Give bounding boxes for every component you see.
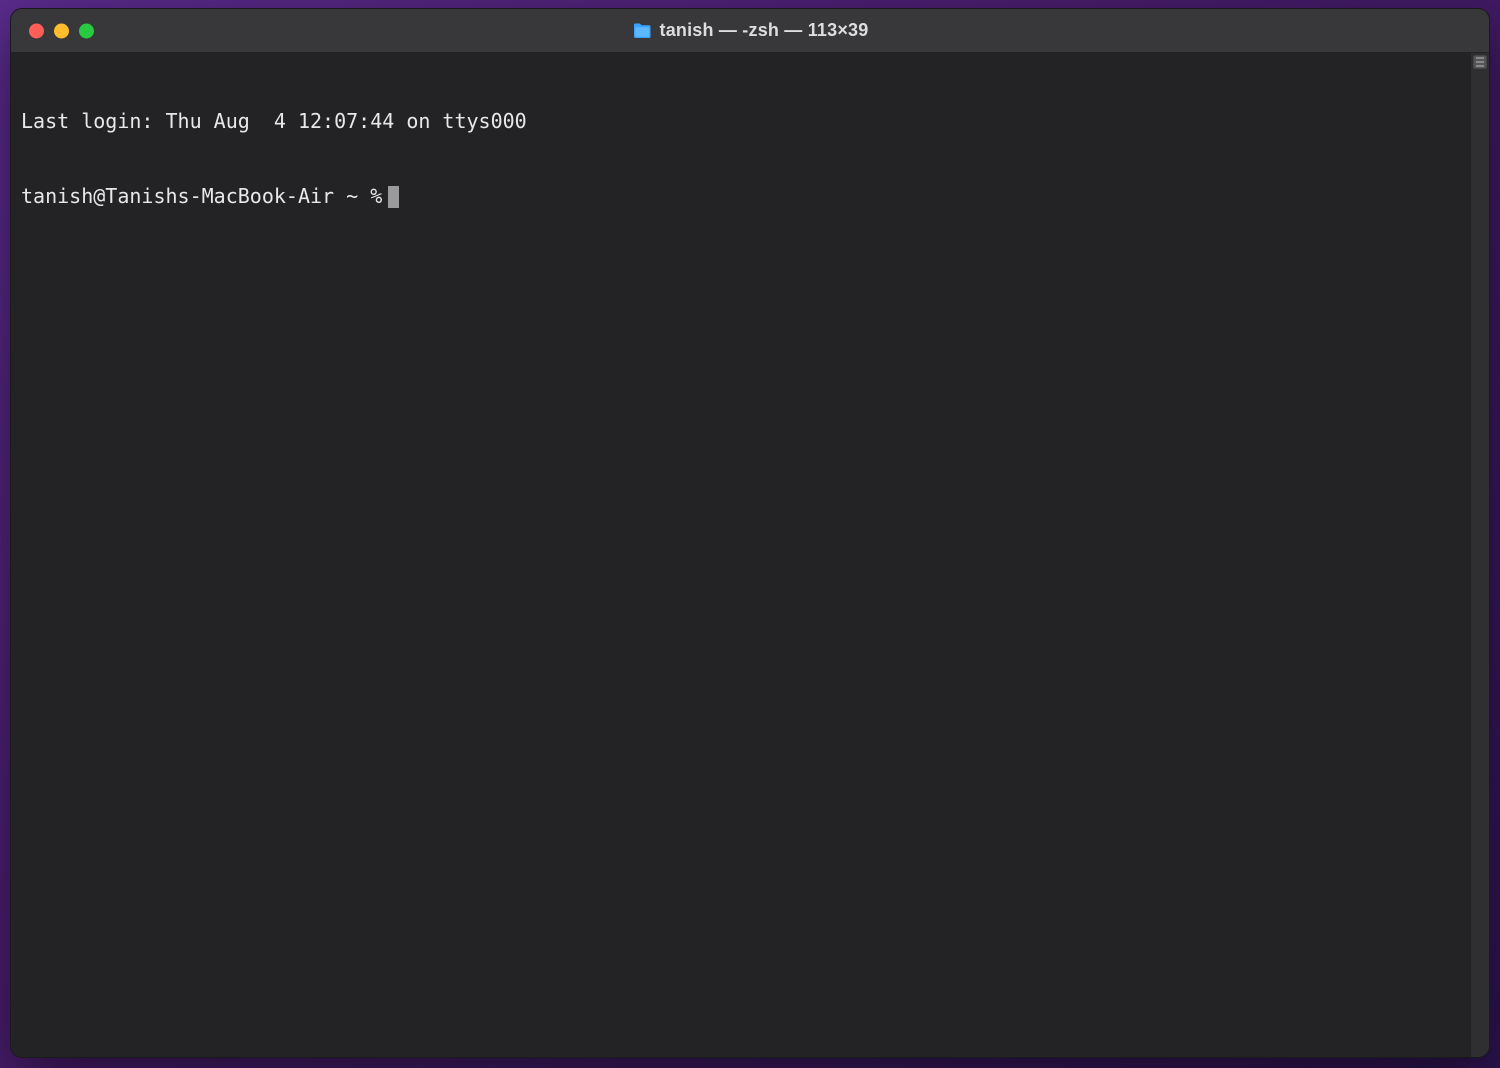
- folder-icon: [632, 23, 652, 39]
- terminal-body[interactable]: Last login: Thu Aug 4 12:07:44 on ttys00…: [11, 53, 1489, 1057]
- close-button[interactable]: [29, 23, 44, 38]
- window-title-area: tanish — -zsh — 113×39: [632, 20, 869, 41]
- terminal-content[interactable]: Last login: Thu Aug 4 12:07:44 on ttys00…: [11, 53, 1471, 1057]
- last-login-line: Last login: Thu Aug 4 12:07:44 on ttys00…: [21, 109, 1461, 134]
- cursor: [388, 186, 399, 208]
- prompt-text: tanish@Tanishs-MacBook-Air ~ %: [21, 184, 382, 209]
- minimize-button[interactable]: [54, 23, 69, 38]
- terminal-window: tanish — -zsh — 113×39 Last login: Thu A…: [10, 8, 1490, 1058]
- scroll-indicator-icon[interactable]: [1473, 55, 1487, 69]
- traffic-lights: [29, 23, 94, 38]
- titlebar[interactable]: tanish — -zsh — 113×39: [11, 9, 1489, 53]
- maximize-button[interactable]: [79, 23, 94, 38]
- window-title: tanish — -zsh — 113×39: [660, 20, 869, 41]
- scrollbar[interactable]: [1471, 53, 1489, 1057]
- prompt-line: tanish@Tanishs-MacBook-Air ~ %: [21, 184, 1461, 209]
